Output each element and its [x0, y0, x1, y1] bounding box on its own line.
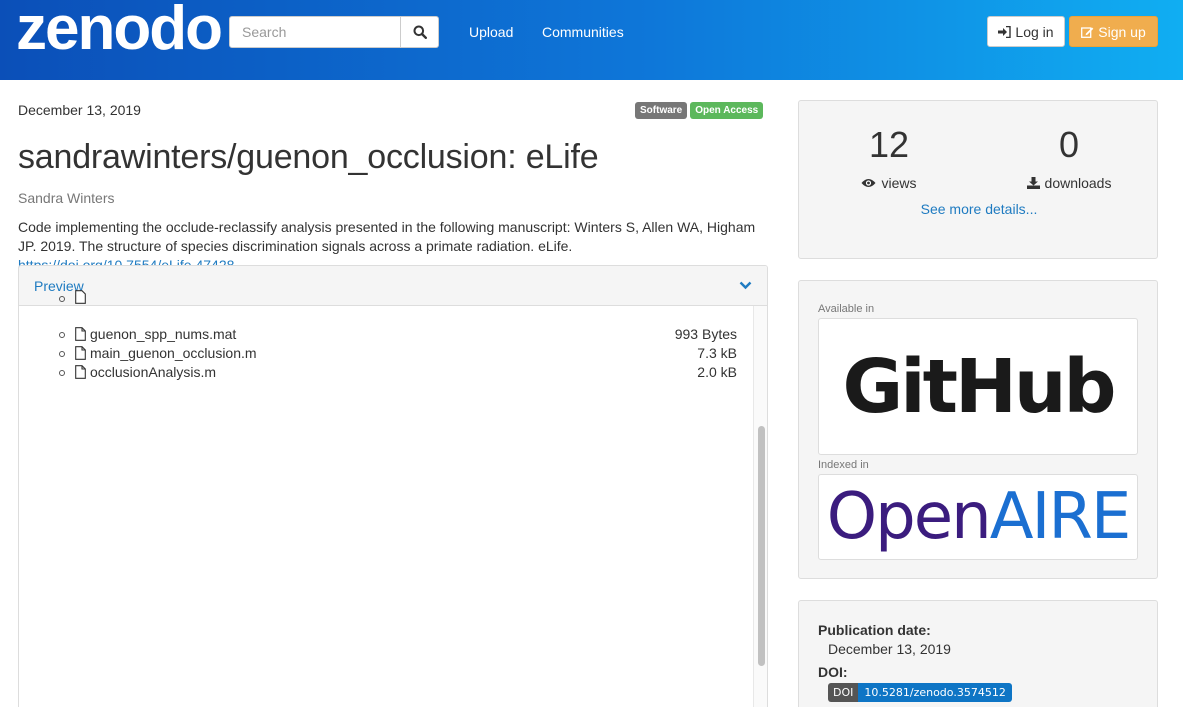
preview-panel: Preview guenon_spp_nums.mat 993 Bytes ma…	[18, 265, 768, 707]
edit-icon	[1081, 26, 1094, 38]
download-icon	[1026, 177, 1040, 189]
file-item[interactable]: occlusionAnalysis.m 2.0 kB	[19, 363, 753, 382]
file-icon	[75, 290, 86, 304]
nav-upload-link[interactable]: Upload	[469, 24, 513, 40]
record-info-panel: Publication date: December 13, 2019 DOI:…	[798, 600, 1158, 707]
file-size: 2.0 kB	[697, 364, 737, 380]
list-bullet	[59, 332, 65, 338]
nav-communities-link[interactable]: Communities	[542, 24, 624, 40]
search-form	[229, 16, 439, 48]
github-logo-link[interactable]: GitHub	[818, 318, 1138, 455]
file-name: occlusionAnalysis.m	[90, 364, 217, 380]
file-item-partial	[19, 290, 753, 325]
see-more-details-link[interactable]: See more details...	[799, 201, 1159, 217]
signup-label: Sign up	[1098, 23, 1146, 40]
search-button[interactable]	[401, 16, 439, 48]
login-label: Log in	[1015, 23, 1054, 40]
stats-panel: 12 views 0 downloads See more details...	[798, 100, 1158, 259]
record-badges: Software Open Access	[635, 102, 764, 119]
github-logo: GitHub	[842, 343, 1116, 430]
zenodo-logo[interactable]: zenodo	[16, 0, 223, 60]
available-in-label: Available in	[818, 303, 875, 315]
list-bullet	[59, 351, 65, 357]
downloads-stat: 0 downloads	[979, 123, 1159, 191]
doi-badge-value: 10.5281/zenodo.3574512	[858, 683, 1012, 702]
description-text: Code implementing the occlude-reclassify…	[18, 219, 756, 254]
chevron-down-icon	[739, 281, 752, 290]
availability-panel: Available in GitHub Indexed in OpenAIRE	[798, 280, 1158, 579]
views-count: 12	[868, 124, 910, 165]
list-bullet	[59, 370, 65, 376]
record-author[interactable]: Sandra Winters	[18, 190, 114, 206]
openaire-logo-open: Open	[826, 480, 992, 554]
search-icon	[413, 25, 427, 39]
preview-body: guenon_spp_nums.mat 993 Bytes main_gueno…	[19, 290, 767, 707]
openaire-logo-aire: AIRE	[989, 480, 1132, 554]
views-label: views	[881, 175, 917, 191]
indexed-in-label: Indexed in	[818, 459, 869, 471]
preview-scrollbar[interactable]	[753, 306, 767, 707]
downloads-count: 0	[1058, 124, 1080, 165]
file-item[interactable]: main_guenon_occlusion.m 7.3 kB	[19, 344, 753, 363]
doi-label: DOI:	[818, 664, 848, 680]
scrollbar-thumb[interactable]	[758, 426, 765, 666]
publication-date-value: December 13, 2019	[828, 641, 951, 657]
file-icon	[75, 365, 86, 379]
file-item[interactable]: guenon_spp_nums.mat 993 Bytes	[19, 325, 753, 344]
record-title: sandrawinters/guenon_occlusion: eLife	[18, 138, 599, 176]
openaire-logo: OpenAIRE	[826, 480, 1132, 554]
file-size: 7.3 kB	[697, 345, 737, 361]
publication-date-label: Publication date:	[818, 622, 931, 638]
file-name: main_guenon_occlusion.m	[90, 345, 257, 361]
software-badge: Software	[635, 102, 688, 119]
doi-badge[interactable]: DOI 10.5281/zenodo.3574512	[828, 683, 1012, 702]
top-navbar: zenodo Upload Communities Log in Sign up	[0, 0, 1183, 80]
signup-button[interactable]: Sign up	[1069, 16, 1158, 47]
openaire-logo-link[interactable]: OpenAIRE	[818, 474, 1138, 560]
sign-in-icon	[998, 25, 1012, 38]
open-access-badge: Open Access	[690, 102, 764, 119]
views-label-row: views	[799, 175, 979, 191]
views-stat: 12 views	[799, 123, 979, 191]
login-button[interactable]: Log in	[987, 16, 1065, 47]
file-size: 993 Bytes	[674, 326, 737, 342]
downloads-label-row: downloads	[979, 175, 1159, 191]
file-tree: guenon_spp_nums.mat 993 Bytes main_gueno…	[19, 290, 753, 382]
eye-icon	[861, 179, 876, 187]
publication-date: December 13, 2019	[18, 102, 141, 118]
file-icon	[75, 346, 86, 360]
list-bullet	[59, 296, 65, 302]
search-input[interactable]	[229, 16, 401, 48]
doi-badge-prefix: DOI	[828, 683, 859, 702]
file-name: guenon_spp_nums.mat	[90, 326, 237, 342]
file-icon	[75, 327, 86, 341]
downloads-label: downloads	[1044, 175, 1112, 191]
